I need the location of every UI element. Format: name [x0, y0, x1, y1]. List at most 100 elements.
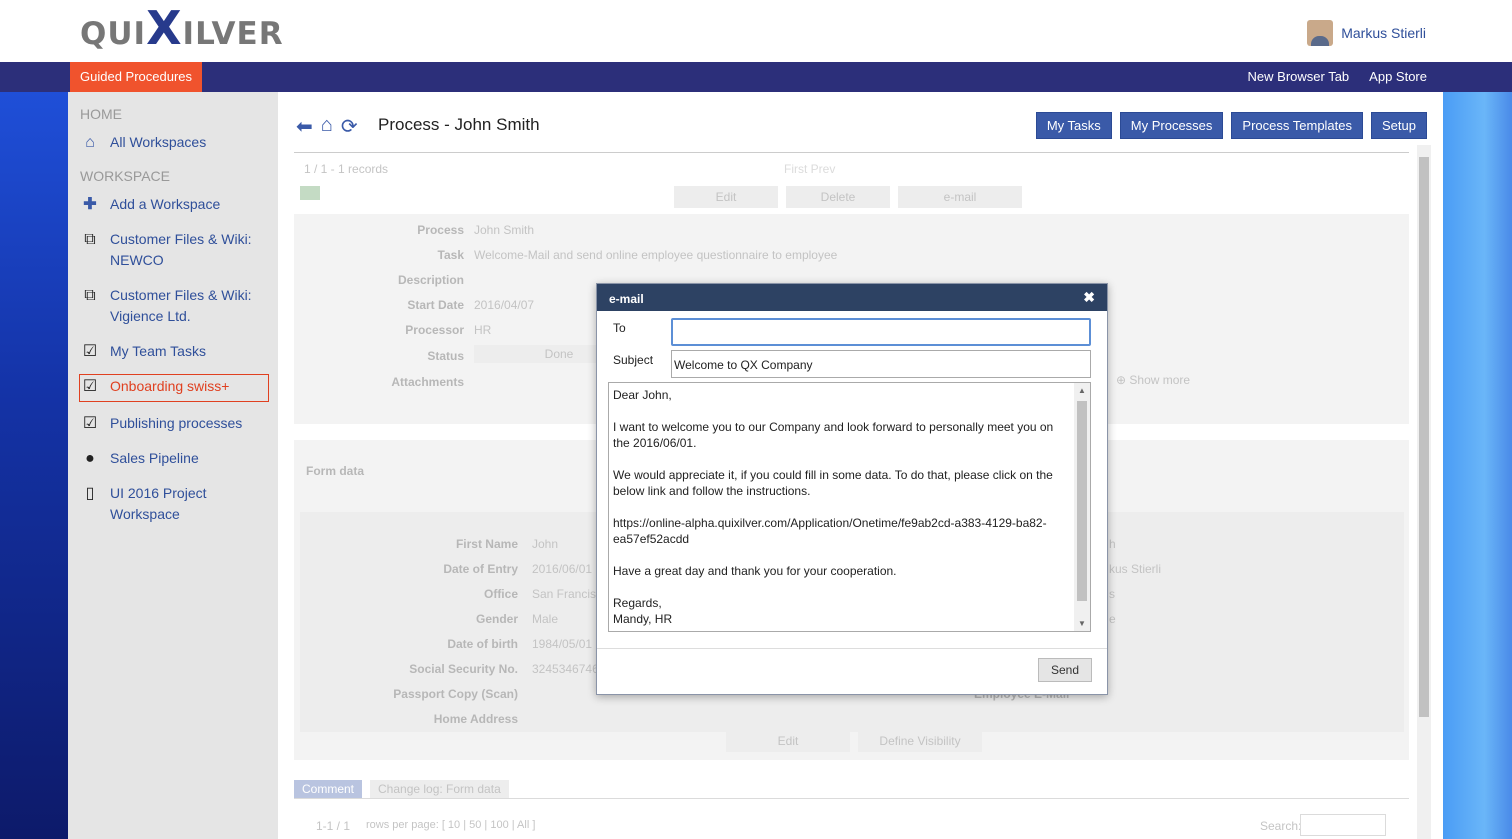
field-label: First Name — [455, 537, 518, 551]
sidebar-item-label: Publishing processes — [110, 415, 243, 431]
copy-icon: ⧉ — [84, 287, 96, 304]
field-value: HR — [474, 323, 492, 337]
field-value: John Smith — [474, 223, 535, 237]
delete-button[interactable]: Delete — [786, 186, 890, 208]
page-title: Process - John Smith — [378, 115, 540, 134]
send-button[interactable]: Send — [1038, 658, 1092, 682]
check-icon: ☑ — [82, 415, 98, 432]
define-visibility-button[interactable]: Define Visibility — [858, 730, 982, 752]
sidebar-item-label: My Team Tasks — [110, 343, 206, 359]
show-more-link[interactable]: ⊕ Show more — [1116, 373, 1190, 387]
sidebar-item-publishing[interactable]: ☑ Publishing processes — [80, 413, 270, 434]
tab-comment[interactable]: Comment — [294, 780, 363, 798]
refresh-icon[interactable]: ⟳ — [341, 114, 358, 139]
field-label: Gender — [475, 612, 518, 626]
search-label: Search: — [1260, 819, 1302, 833]
guided-procedures-tab[interactable]: Guided Procedures — [70, 62, 203, 92]
user-menu[interactable]: Markus Stierli — [1307, 20, 1426, 46]
back-icon[interactable]: ⬅ — [296, 114, 313, 139]
sidebar-item-all-workspaces[interactable]: ⌂ All Workspaces — [80, 132, 270, 153]
divider — [597, 648, 1107, 649]
home-icon: ⌂ — [85, 134, 95, 151]
to-field[interactable] — [671, 318, 1091, 346]
field-value: 3245346746 — [532, 662, 599, 676]
my-tasks-button[interactable]: My Tasks — [1035, 112, 1112, 139]
sidebar-item-newco[interactable]: ⧉ Customer Files & Wiki: NEWCO — [80, 229, 270, 271]
email-button[interactable]: e-mail — [898, 186, 1022, 208]
scroll-thumb[interactable] — [1077, 401, 1087, 601]
search-input[interactable] — [1300, 814, 1386, 836]
sidebar-item-sales-pipeline[interactable]: ● Sales Pipeline — [80, 448, 270, 469]
field-label: Home Address — [433, 712, 518, 726]
app-store-link[interactable]: App Store — [1369, 62, 1427, 92]
process-templates-button[interactable]: Process Templates — [1231, 112, 1364, 139]
top-bar: QUIXILVER Markus Stierli — [0, 0, 1512, 62]
chevron-down-icon: ⊕ — [1116, 373, 1130, 387]
field-value: e — [1109, 612, 1116, 626]
divider — [294, 798, 1409, 799]
field-value: Welcome-Mail and send online employee qu… — [474, 248, 838, 262]
scroll-up-icon[interactable]: ▲ — [1078, 386, 1086, 395]
rows-per-page[interactable]: rows per page: [ 10 | 50 | 100 | All ] — [366, 819, 535, 831]
footer-pager: 1-1 / 1 — [316, 819, 351, 833]
field-label: Start Date — [407, 298, 464, 312]
field-value: John — [532, 537, 559, 551]
pager[interactable]: First Prev — [784, 162, 835, 176]
home-heading: HOME — [80, 106, 122, 122]
sidebar: HOME ⌂ All Workspaces WORKSPACE ✚ Add a … — [68, 92, 278, 839]
main-scrollbar[interactable] — [1417, 145, 1431, 839]
plus-icon: ✚ — [83, 196, 97, 213]
sidebar-item-label: Customer Files & Wiki: Vigience Ltd. — [110, 287, 252, 324]
workspace-heading: WORKSPACE — [80, 168, 170, 184]
logo[interactable]: QUIXILVER — [80, 5, 284, 52]
sidebar-item-ui-2016[interactable]: ▯ UI 2016 Project Workspace — [80, 483, 270, 525]
dialog-title-text: e-mail — [609, 292, 644, 306]
field-label: Status — [427, 349, 464, 363]
email-dialog: e-mail ✖ To Subject Welcome to QX Compan… — [596, 283, 1108, 695]
form-data-heading: Form data — [306, 464, 365, 478]
sidebar-item-label: Add a Workspace — [110, 196, 221, 212]
background-right — [1443, 92, 1512, 839]
avatar — [1307, 20, 1334, 46]
tab-change-log[interactable]: Change log: Form data — [370, 780, 509, 798]
mobile-icon: ▯ — [85, 485, 95, 502]
sidebar-item-vigience[interactable]: ⧉ Customer Files & Wiki: Vigience Ltd. — [80, 285, 270, 327]
textarea-scrollbar[interactable]: ▲ ▼ — [1074, 383, 1090, 631]
field-label: Processor — [405, 323, 464, 337]
new-browser-tab-link[interactable]: New Browser Tab — [1248, 62, 1350, 92]
edit-button[interactable]: Edit — [674, 186, 778, 208]
field-label: Description — [397, 273, 464, 287]
my-processes-button[interactable]: My Processes — [1119, 112, 1224, 139]
to-label: To — [613, 321, 626, 335]
field-label: Task — [437, 248, 464, 262]
home-icon[interactable]: ⌂ — [321, 114, 333, 139]
sidebar-item-onboarding[interactable]: ☑ Onboarding swiss+ — [79, 374, 269, 402]
field-value: s — [1109, 587, 1115, 601]
sidebar-item-label: Sales Pipeline — [110, 450, 199, 466]
field-value: San Francisc — [532, 587, 603, 601]
field-value: 2016/04/07 — [474, 298, 535, 312]
close-icon[interactable]: ✖ — [1083, 289, 1095, 306]
scroll-down-icon[interactable]: ▼ — [1078, 619, 1086, 628]
dialog-title: e-mail ✖ — [597, 284, 1107, 311]
scroll-thumb[interactable] — [1419, 157, 1429, 717]
email-body-textarea[interactable]: Dear John, I want to welcome you to our … — [608, 382, 1091, 632]
sidebar-item-my-team-tasks[interactable]: ☑ My Team Tasks — [80, 341, 270, 362]
field-label: Date of birth — [447, 637, 518, 651]
background-left — [0, 92, 68, 839]
field-label: Attachments — [391, 375, 464, 389]
show-more-label: Show more — [1129, 373, 1191, 387]
form-edit-button[interactable]: Edit — [726, 730, 850, 752]
setup-button[interactable]: Setup — [1371, 112, 1427, 139]
subject-field[interactable]: Welcome to QX Company — [671, 350, 1091, 378]
field-value: Male — [532, 612, 559, 626]
check-icon: ☑ — [82, 343, 98, 360]
subject-label: Subject — [613, 353, 654, 367]
user-name[interactable]: Markus Stierli — [1341, 25, 1426, 41]
document-icon[interactable] — [300, 186, 320, 200]
field-label: Social Security No. — [409, 662, 518, 676]
field-label: Process — [417, 223, 464, 237]
sidebar-item-label: UI 2016 Project Workspace — [110, 485, 207, 522]
field-label: Office — [483, 587, 518, 601]
sidebar-item-add-workspace[interactable]: ✚ Add a Workspace — [80, 194, 270, 215]
